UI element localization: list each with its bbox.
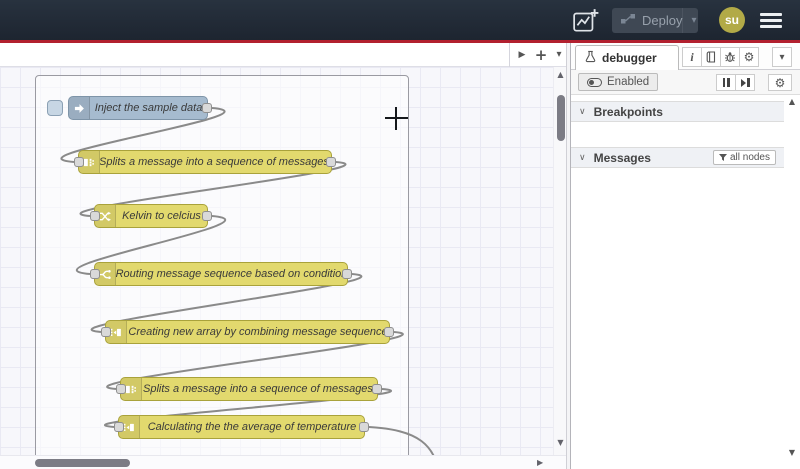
deploy-chevron-down-icon[interactable]: ▾: [682, 8, 704, 33]
user-avatar[interactable]: su: [719, 7, 745, 33]
node-label: Splits a message into a sequence of mess…: [143, 383, 376, 395]
enabled-label: Enabled: [607, 76, 650, 88]
node-port-in[interactable]: [90, 269, 100, 279]
main-menu-hamburger-icon[interactable]: [760, 13, 782, 28]
sidebar-dropdown-chevron-down-icon[interactable]: ▾: [772, 47, 792, 67]
pause-button[interactable]: [716, 74, 736, 91]
node-port-out[interactable]: [359, 422, 369, 432]
sidebar-scrollbar[interactable]: ▲ ▼: [784, 95, 800, 469]
node-port-out[interactable]: [202, 103, 212, 113]
workspace: ▶ + ▾ Inject the sample data Splits a mes…: [0, 43, 567, 469]
flow-node-join[interactable]: Creating new array by combining message …: [101, 320, 394, 344]
gear-icon: ⚙: [774, 75, 786, 90]
section-title: Breakpoints: [593, 104, 663, 119]
flow-tab-bar: ▶ + ▾: [0, 43, 567, 67]
section-messages[interactable]: ∨ Messages all nodes: [571, 147, 784, 168]
canvas-horizontal-scrollbar[interactable]: ▶: [0, 455, 567, 469]
sidebar-tab-label: debugger: [602, 51, 657, 65]
node-label: Routing message sequence based on condit…: [116, 268, 347, 280]
crosshair-cursor: [395, 107, 397, 130]
node-port-in[interactable]: [114, 422, 124, 432]
node-port-out[interactable]: [342, 269, 352, 279]
app-header: Deploy ▾ su: [0, 0, 800, 40]
node-red-app: Deploy ▾ su ▶ + ▾ Inject the sample data…: [0, 0, 800, 469]
flow-node-change[interactable]: Kelvin to celcius: [90, 204, 212, 228]
toggle-icon: [587, 77, 602, 87]
sidebar: debugger i ⚙ ▾ Enabled ⚙ ∨ Breakpoints ∨…: [570, 43, 800, 469]
tabbar-separator: [509, 43, 510, 67]
node-port-out[interactable]: [384, 327, 394, 337]
inject-trigger-button[interactable]: [47, 100, 63, 116]
book-icon[interactable]: [701, 47, 721, 67]
flow-node-switch[interactable]: Routing message sequence based on condit…: [90, 262, 352, 286]
deploy-label: Deploy: [642, 13, 683, 28]
node-port-in[interactable]: [90, 211, 100, 221]
section-title: Messages: [593, 150, 651, 165]
scroll-up-icon[interactable]: ▲: [784, 97, 800, 106]
scroll-right-icon[interactable]: ▶: [537, 458, 543, 467]
flow-node-join[interactable]: Calculating the the average of temperatu…: [114, 415, 369, 439]
funnel-icon: [718, 153, 727, 161]
deploy-button[interactable]: Deploy ▾: [612, 8, 698, 33]
wire[interactable]: [368, 426, 440, 455]
sidebar-icon-bar: i ⚙: [682, 47, 759, 67]
vertical-scroll-thumb[interactable]: [557, 95, 565, 141]
flow-node-split[interactable]: Splits a message into a sequence of mess…: [74, 150, 336, 174]
sidebar-tab-bar: debugger i ⚙ ▾: [571, 43, 800, 70]
flow-node-split[interactable]: Splits a message into a sequence of mess…: [116, 377, 382, 401]
debugger-enabled-toggle[interactable]: Enabled: [578, 73, 659, 91]
horizontal-scroll-thumb[interactable]: [35, 459, 130, 467]
node-port-in[interactable]: [74, 157, 84, 167]
add-flow-button[interactable]: +: [531, 43, 551, 67]
node-port-in[interactable]: [101, 327, 111, 337]
sidebar-content: ∨ Breakpoints ∨ Messages all nodes: [571, 95, 784, 469]
node-label: Calculating the the average of temperatu…: [147, 421, 357, 433]
node-label: Splits a message into a sequence of mess…: [100, 156, 331, 168]
flask-icon: [585, 50, 596, 66]
message-filter-button[interactable]: all nodes: [712, 150, 776, 165]
flow-list-chevron-down-icon[interactable]: ▾: [551, 43, 567, 67]
node-port-out[interactable]: [326, 157, 336, 167]
tab-scroll-right-icon[interactable]: ▶: [513, 43, 531, 67]
node-label: Inject the sample data: [94, 102, 203, 114]
gear-icon[interactable]: ⚙: [739, 47, 759, 67]
canvas-vertical-scrollbar[interactable]: ▲ ▼: [553, 67, 567, 455]
scroll-down-icon[interactable]: ▼: [784, 448, 800, 457]
node-port-out[interactable]: [202, 211, 212, 221]
node-label: Kelvin to celcius: [122, 210, 201, 222]
filter-label: all nodes: [729, 152, 770, 163]
section-breakpoints[interactable]: ∨ Breakpoints: [571, 101, 784, 122]
node-port-in[interactable]: [116, 384, 126, 394]
flow-canvas[interactable]: Inject the sample data Splits a message i…: [0, 67, 553, 455]
bug-icon[interactable]: [720, 47, 740, 67]
debugger-toolbar: Enabled ⚙: [571, 70, 800, 95]
flow-node-inject[interactable]: Inject the sample data: [47, 96, 212, 120]
step-forward-icon: [740, 78, 750, 87]
node-label: Creating new array by combining message …: [128, 326, 388, 338]
tab-debugger[interactable]: debugger: [575, 45, 679, 70]
chevron-down-icon: ∨: [579, 106, 586, 117]
inject-icon: [69, 97, 90, 119]
node-port-out[interactable]: [372, 384, 382, 394]
flow-screenshot-icon[interactable]: [571, 6, 601, 36]
pause-icon: [722, 74, 731, 92]
debugger-settings-button[interactable]: ⚙: [768, 74, 792, 91]
chevron-down-icon: ∨: [579, 152, 586, 163]
info-icon[interactable]: i: [682, 47, 702, 67]
step-button[interactable]: [735, 74, 755, 91]
deploy-icon: [621, 12, 635, 30]
